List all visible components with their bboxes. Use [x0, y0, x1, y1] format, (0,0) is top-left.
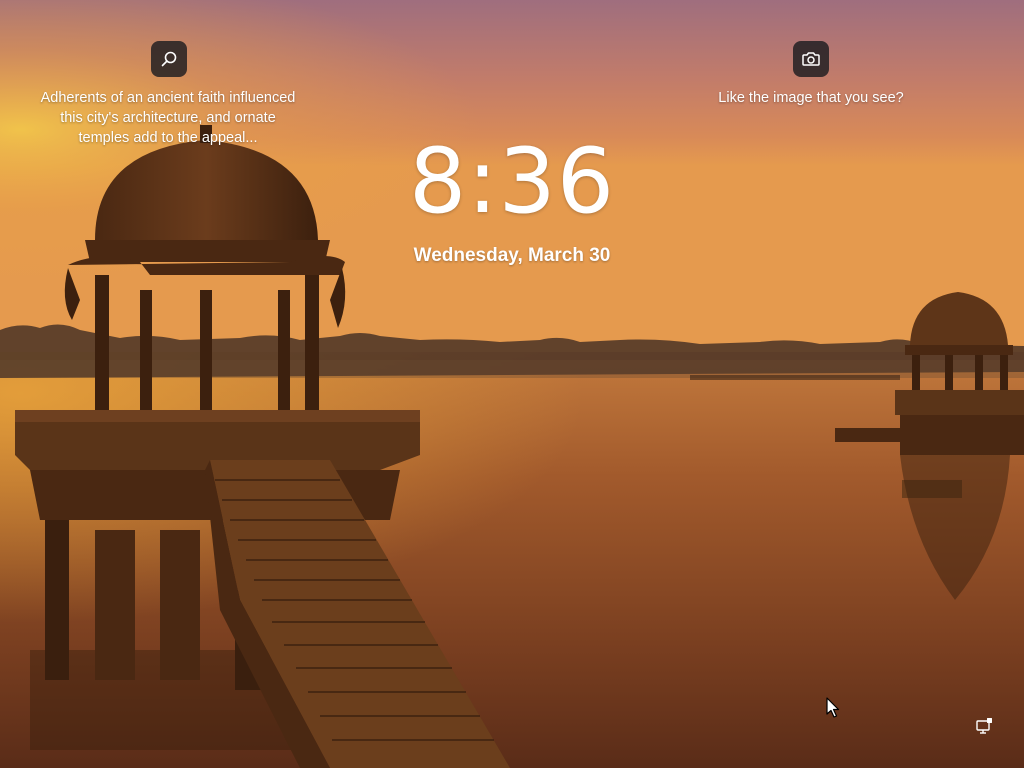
spotlight-like-text[interactable]: Like the image that you see? [700, 88, 922, 108]
lock-screen-time: 8:36 [408, 129, 616, 234]
spotlight-info-button[interactable] [151, 41, 187, 77]
network-icon[interactable] [974, 716, 994, 736]
mouse-pointer-icon [826, 697, 840, 718]
lock-screen[interactable]: Adherents of an ancient faith influenced… [0, 0, 1024, 768]
search-icon [161, 51, 177, 67]
camera-icon [802, 52, 820, 66]
spotlight-info-text[interactable]: Adherents of an ancient faith influenced… [38, 88, 298, 148]
lock-screen-date: Wednesday, March 30 [413, 245, 611, 266]
spotlight-like-button[interactable] [793, 41, 829, 77]
